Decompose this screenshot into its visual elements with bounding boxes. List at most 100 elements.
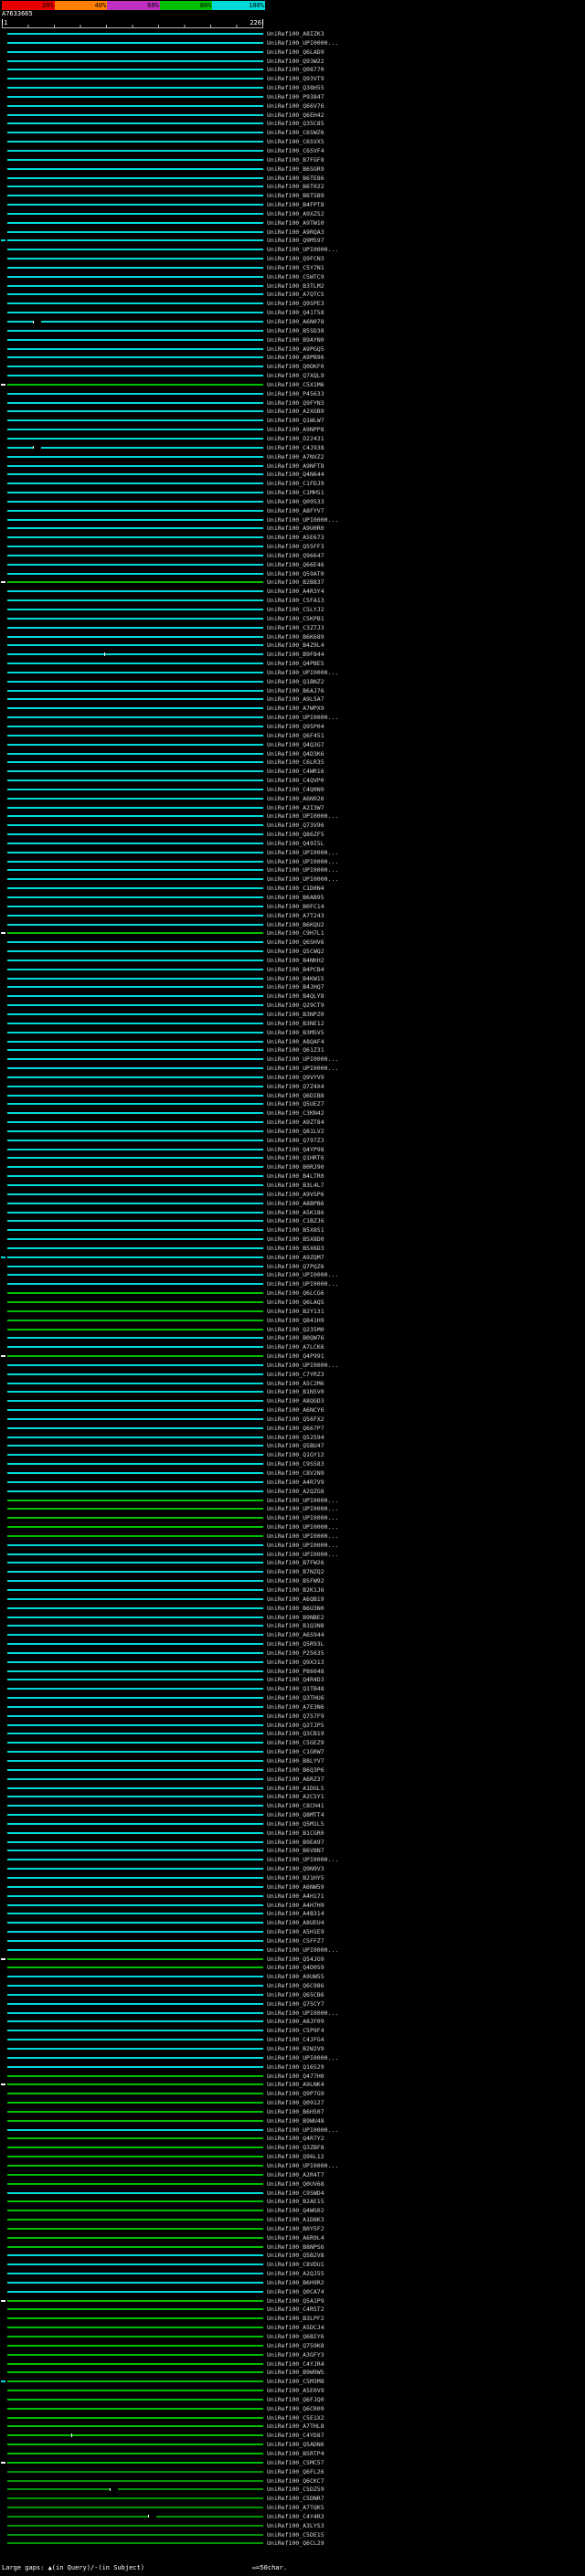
hit-alignment-bar[interactable] [7,2093,263,2095]
hit-alignment-bar[interactable] [7,1651,263,1654]
hit-accession-label[interactable]: UniRef100_Q2TJP5 [267,1722,324,1729]
hit-alignment-bar[interactable] [7,2542,263,2545]
hit-accession-label[interactable]: UniRef100_Q54JG9 [267,1956,324,1963]
hit-alignment-bar[interactable] [7,2371,263,2374]
hit-alignment-bar[interactable] [7,1859,263,1861]
hit-alignment-bar[interactable] [7,1922,263,1924]
hit-alignment-bar[interactable] [7,1768,263,1771]
hit-accession-label[interactable]: UniRef100_A9UW55 [267,1973,324,1980]
hit-accession-label[interactable]: UniRef100_A4H7H9 [267,1902,324,1909]
hit-accession-label[interactable]: UniRef100_A4B314 [267,1910,324,1917]
hit-alignment-bar[interactable] [7,2030,263,2032]
hit-alignment-bar[interactable] [7,2443,263,2446]
hit-accession-label[interactable]: UniRef100_B4FPT8 [267,201,324,208]
hit-accession-label[interactable]: UniRef100_B5X8D0 [267,1235,324,1243]
hit-accession-label[interactable]: UniRef100_UPI0000... [267,1856,338,1863]
hit-alignment-bar[interactable] [7,536,263,539]
hit-accession-label[interactable]: UniRef100_C3Z7J3 [267,624,324,631]
hit-alignment-bar[interactable] [7,788,263,790]
hit-accession-label[interactable]: UniRef100_Q477H0 [267,2072,324,2080]
hit-accession-label[interactable]: UniRef100_Q95P04 [267,723,324,730]
hit-alignment-bar[interactable] [7,249,263,251]
hit-alignment-bar[interactable] [7,1868,263,1871]
hit-accession-label[interactable]: UniRef100_Q757F9 [267,1712,324,1720]
hit-accession-label[interactable]: UniRef100_Q6F451 [267,732,324,739]
hit-accession-label[interactable]: UniRef100_C1GRW7 [267,1748,324,1755]
hit-alignment-bar[interactable] [7,1337,263,1340]
hit-accession-label[interactable]: UniRef100_Q6FL26 [267,2468,324,2475]
hit-alignment-bar[interactable] [7,1742,263,1744]
hit-accession-label[interactable]: UniRef100_B6K689 [267,633,324,641]
hit-accession-label[interactable]: UniRef100_C4J938 [267,444,324,451]
hit-accession-label[interactable]: UniRef100_Q1HRT6 [267,1154,324,1161]
hit-alignment-bar[interactable] [7,1400,263,1403]
hit-accession-label[interactable]: UniRef100_Q09127 [267,2099,324,2106]
hit-accession-label[interactable]: UniRef100_A8BPB6 [267,1200,324,1207]
hit-alignment-bar[interactable] [7,1040,263,1043]
hit-accession-label[interactable]: UniRef100_Q66E46 [267,561,324,568]
hit-accession-label[interactable]: UniRef100_C1D0N4 [267,885,324,892]
hit-alignment-bar[interactable] [7,2210,263,2212]
hit-alignment-bar[interactable] [7,2344,263,2347]
hit-alignment-bar[interactable] [7,366,263,368]
hit-alignment-bar[interactable] [7,230,263,233]
hit-alignment-bar[interactable] [7,1660,263,1663]
hit-accession-label[interactable]: UniRef100_B8NPS6 [267,2243,324,2251]
hit-alignment-bar[interactable] [7,2281,263,2284]
hit-accession-label[interactable]: UniRef100_A9PB96 [267,354,324,361]
hit-alignment-bar[interactable] [7,1363,263,1366]
hit-alignment-bar[interactable] [7,716,263,719]
hit-accession-label[interactable]: UniRef100_C6SVF4 [267,147,324,154]
hit-accession-label[interactable]: UniRef100_Q29CT9 [267,1002,324,1009]
hit-accession-label[interactable]: UniRef100_UPI0000... [267,858,338,865]
hit-alignment-bar[interactable] [7,1966,263,1969]
hit-alignment-bar[interactable] [7,2056,263,2059]
hit-accession-label[interactable]: UniRef100_B21HY5 [267,1874,324,1882]
hit-alignment-bar[interactable] [7,1571,263,1574]
hit-alignment-bar[interactable] [7,1517,263,1520]
hit-alignment-bar[interactable] [7,1103,263,1106]
hit-alignment-bar[interactable] [7,2479,263,2482]
hit-alignment-bar[interactable] [7,1777,263,1780]
hit-alignment-bar[interactable] [7,914,263,917]
hit-alignment-bar[interactable] [7,1229,263,1232]
hit-accession-label[interactable]: UniRef100_Q841H9 [267,1317,324,1324]
hit-accession-label[interactable]: UniRef100_C4WR16 [267,768,324,775]
hit-accession-label[interactable]: UniRef100_A6R9L4 [267,2234,324,2242]
hit-alignment-bar[interactable] [7,275,263,278]
hit-alignment-bar[interactable] [7,1985,263,1988]
hit-alignment-bar[interactable] [7,1346,263,1349]
hit-accession-label[interactable]: UniRef100_C5WTC9 [267,273,324,281]
hit-accession-label[interactable]: UniRef100_Q16529 [267,2063,324,2071]
hit-accession-label[interactable]: UniRef100_UPI0000... [267,2054,338,2062]
hit-accession-label[interactable]: UniRef100_Q235M0 [267,1326,324,1333]
hit-alignment-bar[interactable] [7,429,263,431]
hit-alignment-bar[interactable] [7,663,263,665]
hit-alignment-bar[interactable] [7,986,263,989]
hit-accession-label[interactable]: UniRef100_A9NFT8 [267,462,324,470]
hit-alignment-bar[interactable] [7,2147,263,2149]
hit-alignment-bar[interactable] [7,2119,263,2122]
hit-alignment-bar[interactable] [7,2299,263,2302]
hit-alignment-bar[interactable] [7,1463,263,1466]
hit-alignment-bar[interactable] [7,797,263,800]
hit-alignment-bar[interactable] [7,464,263,467]
hit-alignment-bar[interactable] [7,1031,263,1034]
hit-alignment-bar[interactable] [7,2362,263,2365]
hit-alignment-bar[interactable] [7,1238,263,1241]
hit-accession-label[interactable]: UniRef100_Q0CA74 [267,2288,324,2295]
hit-accession-label[interactable]: UniRef100_B3LPF2 [267,2315,324,2322]
hit-accession-label[interactable]: UniRef100_Q49I5L [267,840,324,847]
hit-alignment-bar[interactable] [7,599,263,602]
hit-alignment-bar[interactable] [7,977,263,980]
hit-accession-label[interactable]: UniRef100_UPI0000... [267,1542,338,1549]
hit-accession-label[interactable]: UniRef100_B1N5V0 [267,1388,324,1395]
hit-accession-label[interactable]: UniRef100_C8V2N9 [267,1469,324,1477]
hit-accession-label[interactable]: UniRef100_A2C5Y1 [267,1793,324,1800]
hit-accession-label[interactable]: UniRef100_C5FA13 [267,597,324,604]
hit-accession-label[interactable]: UniRef100_B6AJ76 [267,687,324,694]
hit-alignment-bar[interactable] [7,1058,263,1061]
hit-accession-label[interactable]: UniRef100_A9NPP8 [267,426,324,433]
hit-accession-label[interactable]: UniRef100_C6LR35 [267,758,324,766]
hit-alignment-bar[interactable] [7,41,263,44]
